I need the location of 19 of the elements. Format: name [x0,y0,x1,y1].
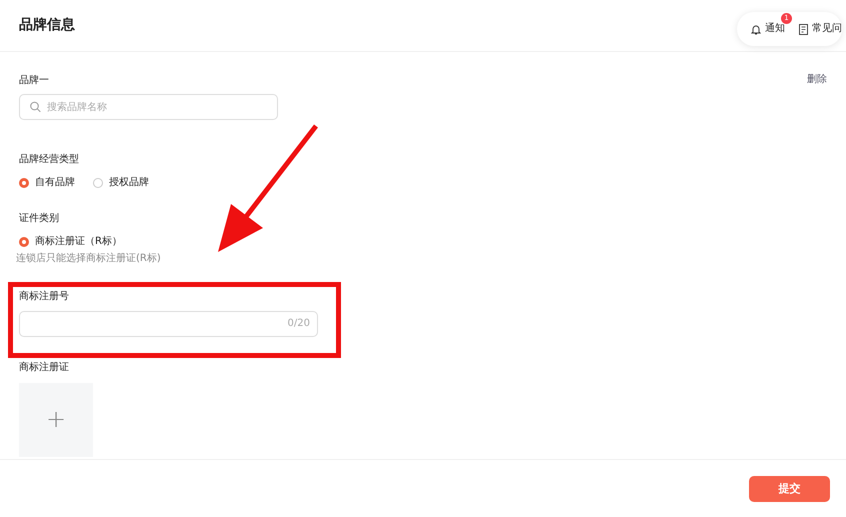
search-field[interactable]: 搜索品牌名称 [19,94,278,120]
notification-button[interactable]: 通知 [751,22,785,36]
radio-option[interactable]: 商标注册证（R标） [19,235,122,249]
page-title: 品牌信息 [19,16,75,35]
field-label: 商标注册号 [19,290,70,304]
field-label: 品牌一 [19,74,49,88]
field-label: 证件类别 [19,212,60,226]
field-label: 品牌经营类型 [19,153,80,167]
radio-option[interactable]: 自有品牌 [19,176,75,190]
hint-text: 连锁店只能选择商标注册证(R标) [16,252,162,266]
delete-link[interactable]: 删除 [807,66,827,94]
faq-button[interactable]: 常见问 [799,22,842,36]
bell-icon [751,24,761,34]
document-icon [799,24,808,34]
character-counter: 0/20 [288,317,310,331]
text-field[interactable] [19,311,318,337]
radio-option[interactable]: 授权品牌 [93,176,149,190]
field-label: 商标注册证 [19,361,70,375]
search-icon [30,102,41,112]
